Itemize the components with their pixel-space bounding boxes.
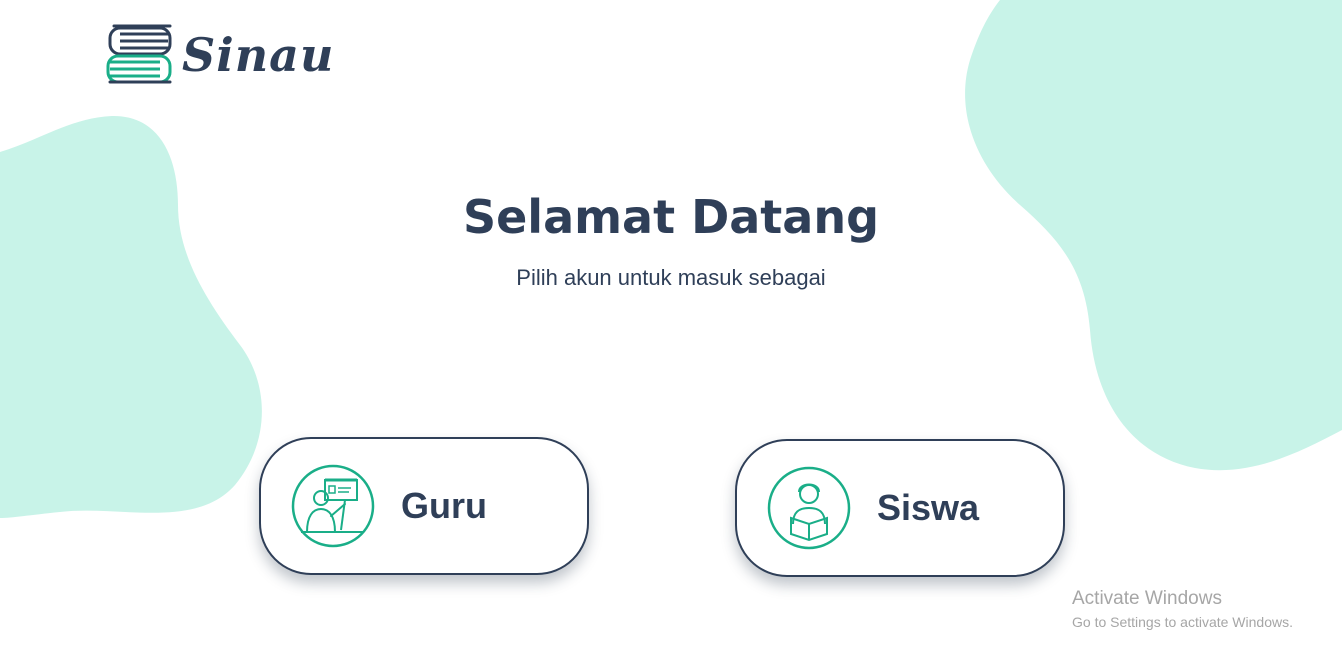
- page-subtitle: Pilih akun untuk masuk sebagai: [516, 265, 826, 290]
- logo: Sinau: [104, 24, 334, 86]
- teacher-icon: [291, 464, 375, 548]
- left-blob: [0, 115, 262, 518]
- watermark-title: Activate Windows: [1072, 588, 1222, 609]
- siswa-button[interactable]: Siswa: [735, 439, 1065, 577]
- watermark-subtitle: Go to Settings to activate Windows.: [1072, 614, 1293, 630]
- guru-button[interactable]: Guru: [259, 437, 589, 575]
- siswa-label: Siswa: [877, 487, 980, 528]
- books-logo-icon: [106, 24, 172, 84]
- activation-watermark: Activate Windows Go to Settings to activ…: [1072, 588, 1293, 632]
- background-blobs: [0, 0, 1342, 518]
- guru-label: Guru: [401, 485, 487, 526]
- page-title: Selamat Datang: [462, 190, 880, 244]
- brand-name: Sinau: [182, 28, 335, 82]
- student-icon: [767, 466, 851, 550]
